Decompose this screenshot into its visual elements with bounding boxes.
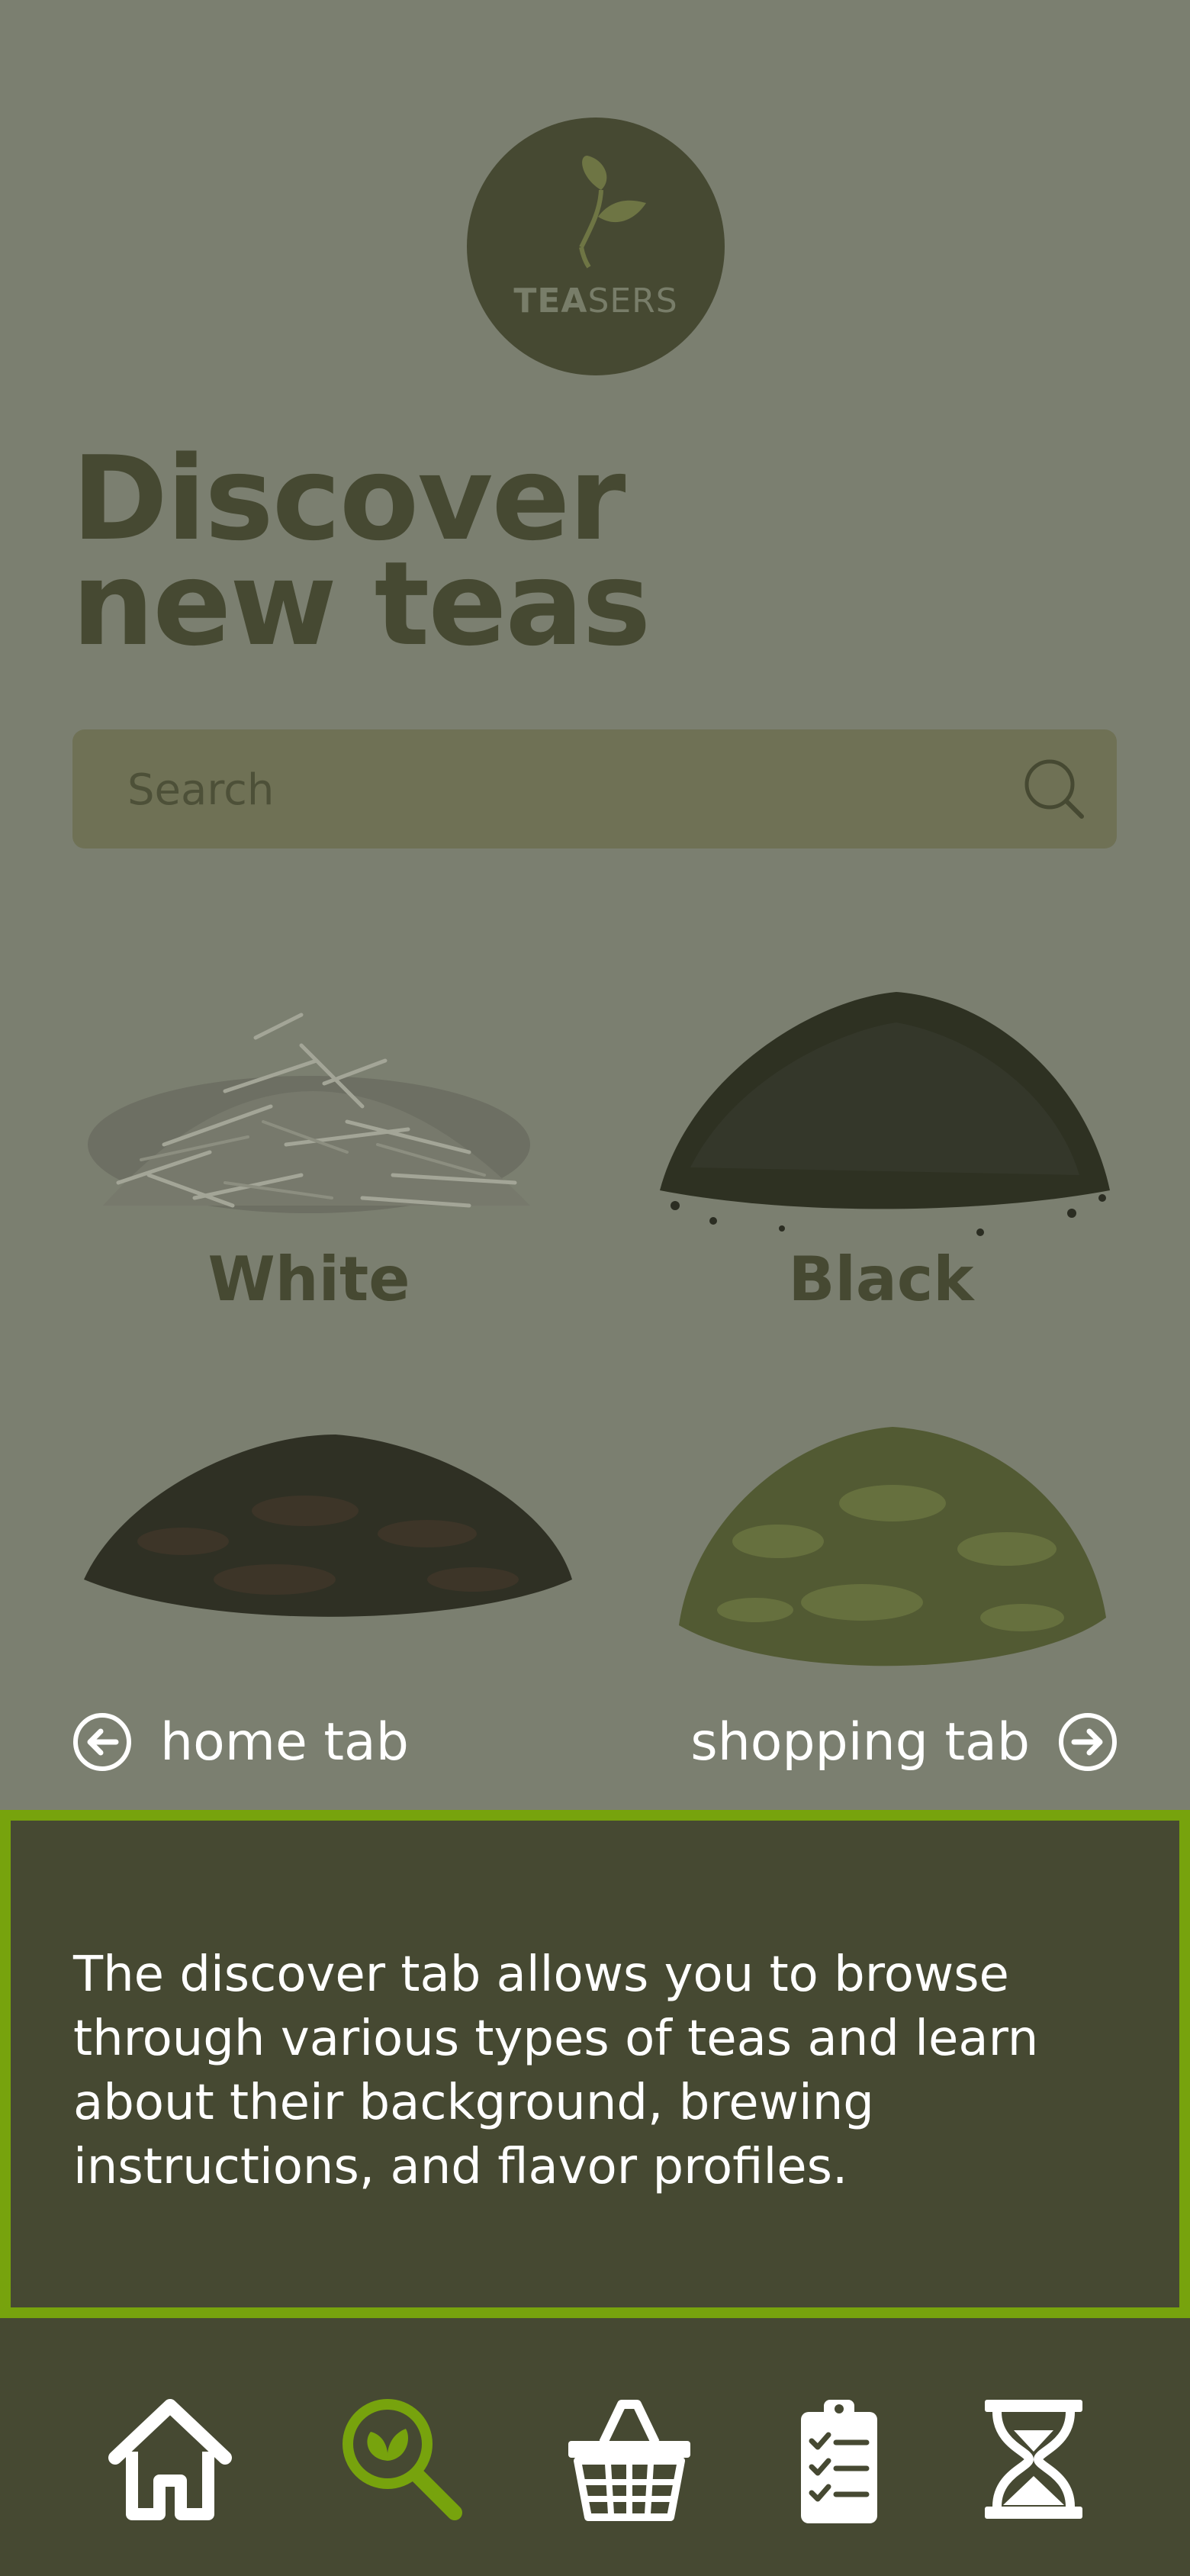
arrow-left-circle-icon[interactable] [72,1711,133,1773]
teasers-logo: TEASERS [467,118,725,375]
leaf-icon [579,156,646,269]
nav-discover-button[interactable] [333,2391,470,2528]
hourglass-icon [985,2400,1082,2519]
prev-tab-label[interactable]: home tab [160,1712,409,1773]
page-title-line-2: new teas [72,536,651,671]
next-tab-link[interactable]: shopping tab [663,1700,1118,1784]
search-leaf-icon [343,2399,462,2520]
arrow-right-circle-icon[interactable] [1057,1711,1118,1773]
nav-shop-button[interactable] [561,2391,698,2528]
nav-timer-button[interactable] [965,2391,1102,2528]
home-icon [108,2399,232,2520]
tea-card-black[interactable]: Black [645,954,1118,1335]
oolong-tea-leaves-image [84,1435,572,1617]
search-input[interactable] [126,729,968,850]
nav-orders-button[interactable] [770,2391,908,2528]
next-tab-label[interactable]: shopping tab [690,1712,1030,1773]
tea-card-green[interactable] [664,1389,1121,1694]
page-title: Discover new teas [72,441,835,671]
tea-card-oolong[interactable] [76,1404,580,1656]
white-tea-leaves-image [88,1013,530,1213]
basket-icon [568,2400,690,2521]
tea-label-black: Black [788,1244,974,1315]
tab-description-text: The discover tab allows you to browse th… [73,1946,1039,2195]
nav-home-button[interactable] [101,2391,239,2528]
discover-screen: TEASERS Discover new teas Search White B… [0,0,1190,2576]
bottom-nav-bar [0,2318,1190,2576]
tea-label-white: White [207,1244,410,1315]
tab-description-panel: The discover tab allows you to browse th… [0,1810,1190,2318]
black-tea-leaves-image [660,992,1110,1236]
clipboard-icon [801,2400,877,2523]
green-tea-leaves-image [679,1427,1106,1666]
search-bar[interactable] [72,729,1117,850]
tea-card-white[interactable]: White [72,954,545,1335]
brand-wordmark: TEASERS [513,282,678,320]
search-icon[interactable] [1022,757,1086,821]
prev-tab-link[interactable]: home tab [72,1700,436,1784]
